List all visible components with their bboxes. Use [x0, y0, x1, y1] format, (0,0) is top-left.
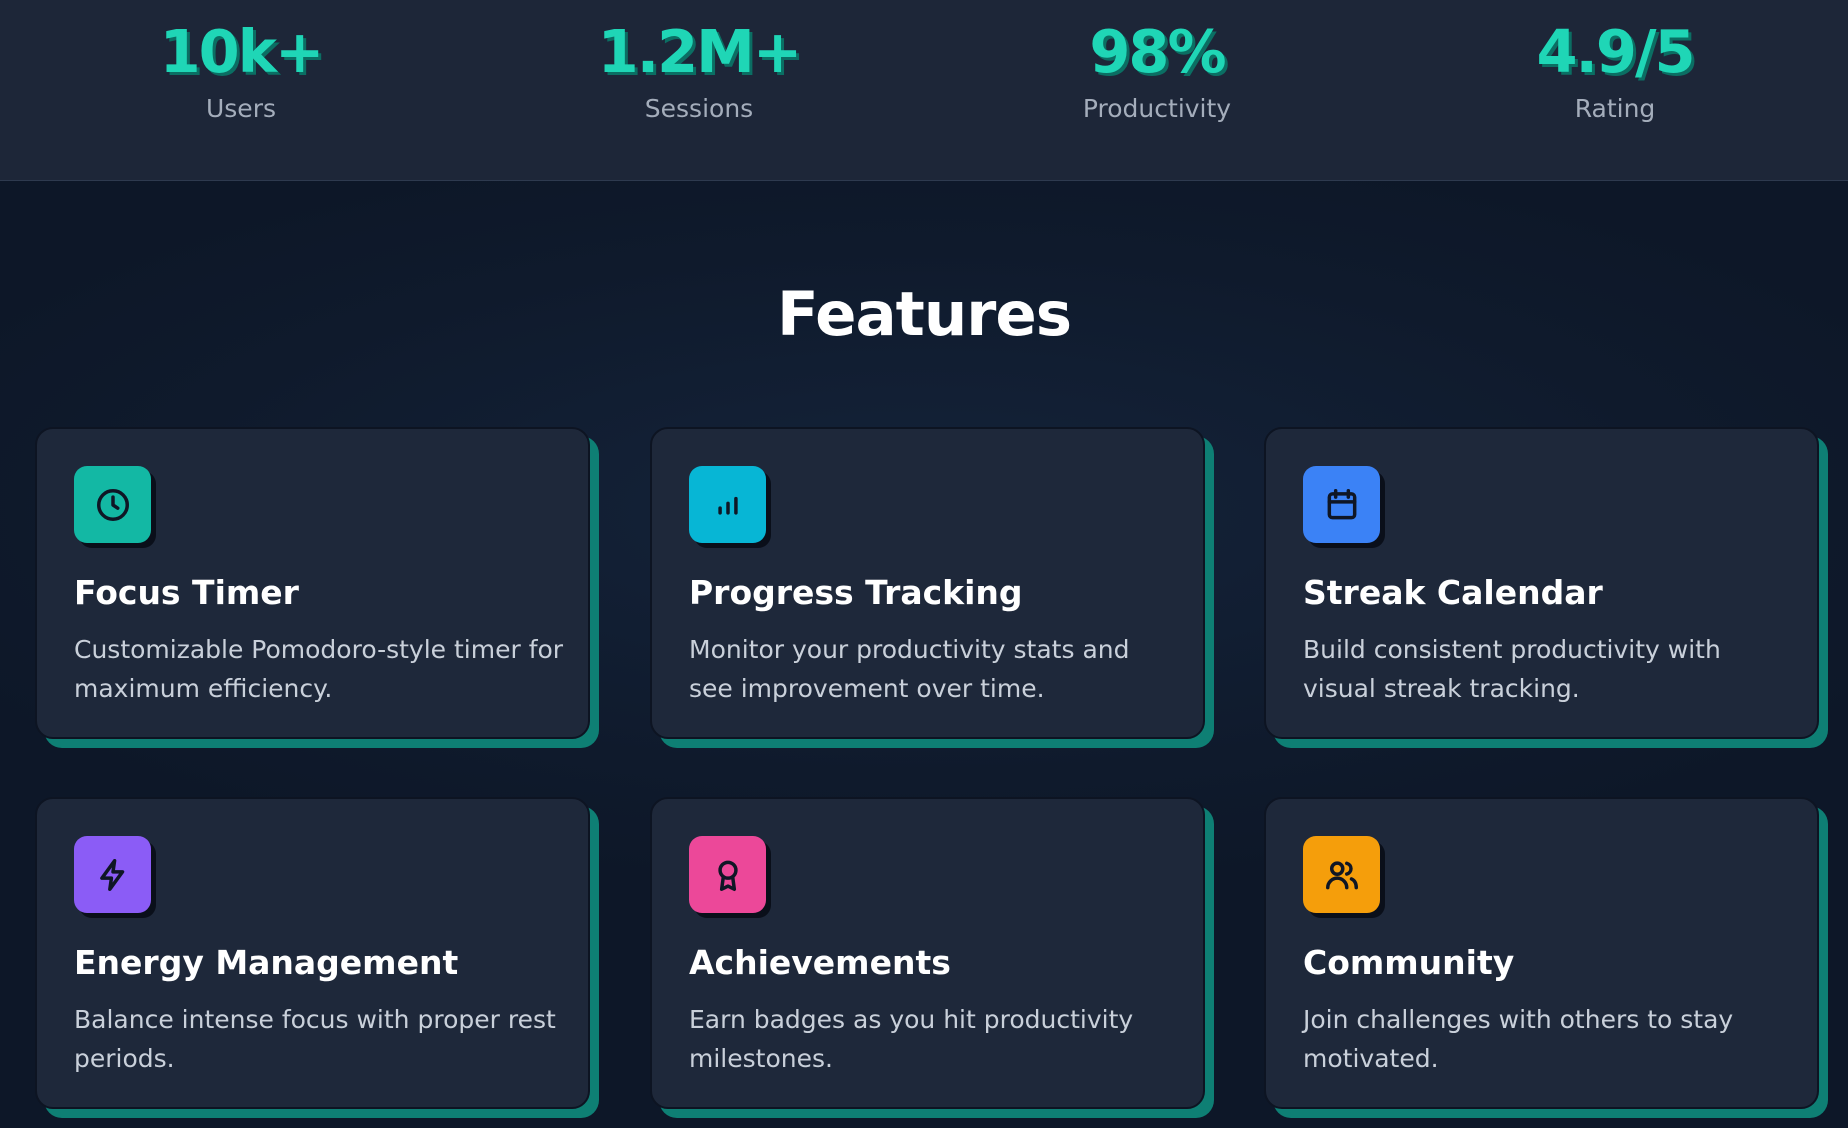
users-icon	[1325, 860, 1358, 889]
stat-value: 4.9/5	[1536, 17, 1695, 86]
feature-icon-tile	[1303, 836, 1380, 913]
feature-description: Join challenges with others to stay moti…	[1303, 1005, 1734, 1073]
stat-rating: 4.9/5 Rating	[1465, 0, 1765, 124]
stat-label: Productivity	[1082, 94, 1232, 123]
feature-title: Community	[1303, 943, 1515, 982]
feature-title: Achievements	[689, 943, 951, 982]
stat-sessions: 1.2M+ Sessions	[549, 0, 849, 124]
feature-description: Earn badges as you hit productivity mile…	[689, 1005, 1134, 1073]
stat-value: 98%	[1089, 17, 1226, 86]
feature-icon-tile	[1303, 466, 1380, 543]
feature-description: Customizable Pomodoro-style timer for ma…	[74, 635, 564, 703]
award-icon	[717, 860, 738, 891]
stat-label: Users	[205, 94, 276, 123]
feature-card-achievements[interactable]: Achievements Earn badges as you hit prod…	[650, 797, 1205, 1109]
feature-icon-tile	[74, 836, 151, 913]
calendar-icon	[1327, 488, 1356, 519]
feature-description: Monitor your productivity stats and see …	[689, 635, 1130, 703]
feature-description: Build consistent productivity with visua…	[1303, 635, 1721, 703]
feature-card-community[interactable]: Community Join challenges with others to…	[1264, 797, 1819, 1109]
feature-title: Energy Management	[74, 943, 459, 982]
stats-bar: 10k+ Users 1.2M+ Sessions 98% Productivi…	[0, 0, 1848, 181]
features-section: Features Focus Timer Customizable Pomodo…	[0, 181, 1848, 1128]
feature-description: Balance intense focus with proper rest p…	[74, 1005, 556, 1073]
stat-label: Rating	[1574, 94, 1656, 123]
clock-icon	[96, 488, 129, 521]
stat-value: 10k+	[159, 17, 325, 86]
feature-card-streak-calendar[interactable]: Streak Calendar Build consistent product…	[1264, 427, 1819, 739]
feature-title: Focus Timer	[74, 573, 299, 612]
feature-title: Progress Tracking	[689, 573, 1023, 612]
feature-card-focus-timer[interactable]: Focus Timer Customizable Pomodoro-style …	[35, 427, 590, 739]
stat-value: 1.2M+	[597, 17, 803, 86]
feature-icon-tile	[689, 836, 766, 913]
stat-label: Sessions	[644, 94, 754, 123]
stat-users: 10k+ Users	[91, 0, 391, 124]
feature-title: Streak Calendar	[1303, 573, 1603, 612]
feature-card-progress-tracking[interactable]: Progress Tracking Monitor your productiv…	[650, 427, 1205, 739]
feature-icon-tile	[689, 466, 766, 543]
feature-icon-tile	[74, 466, 151, 543]
bar-chart-icon	[717, 496, 738, 515]
lightning-icon	[99, 858, 124, 891]
section-title: Features	[776, 279, 1072, 350]
feature-card-energy-management[interactable]: Energy Management Balance intense focus …	[35, 797, 590, 1109]
stat-productivity: 98% Productivity	[1007, 0, 1307, 124]
